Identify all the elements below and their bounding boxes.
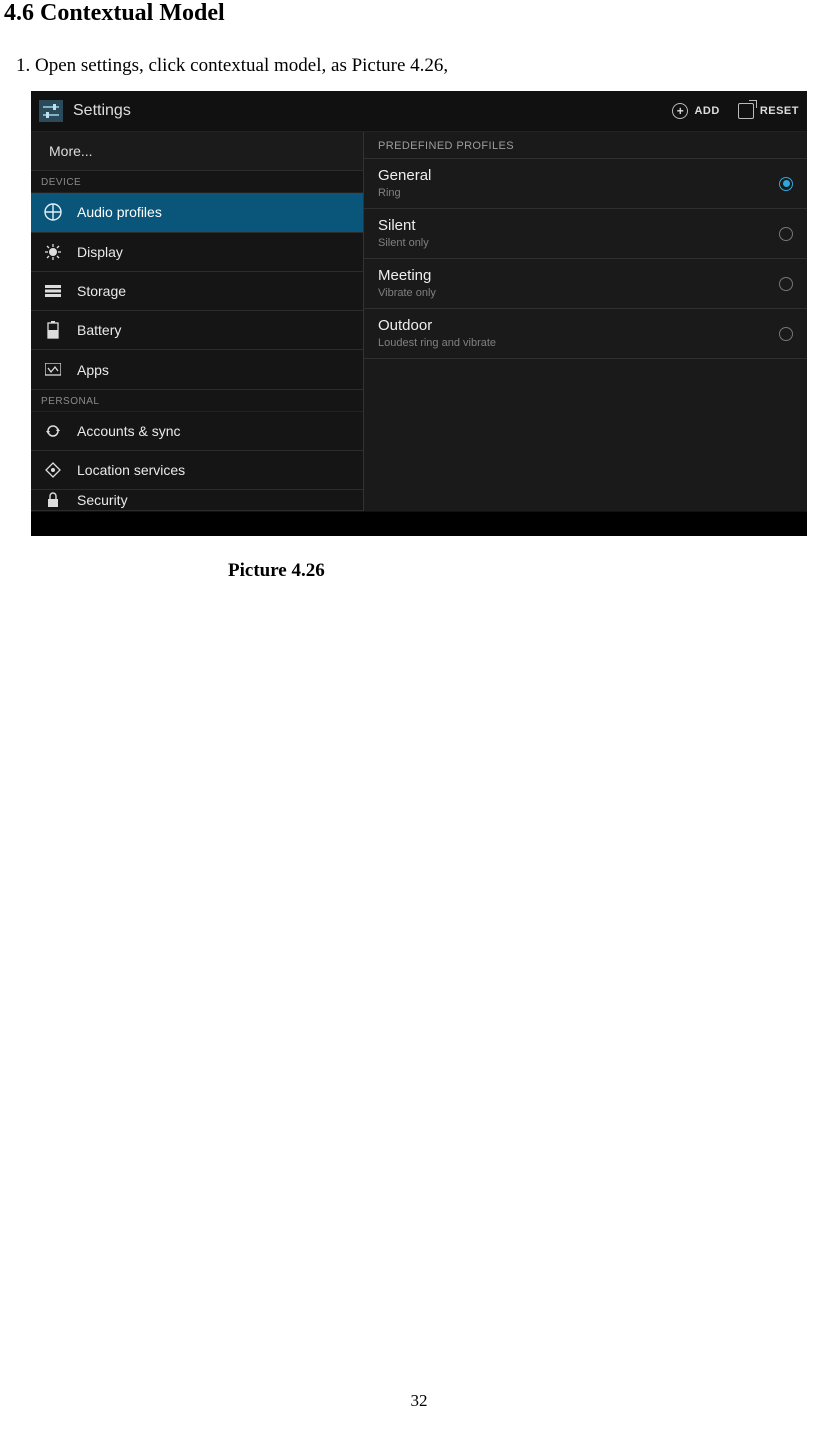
battery-icon: [43, 320, 63, 340]
profile-silent-subtitle: Silent only: [378, 236, 779, 250]
profile-outdoor-title: Outdoor: [378, 317, 779, 336]
sidebar-item-battery[interactable]: Battery: [31, 311, 363, 350]
profile-general-title: General: [378, 167, 779, 186]
add-button[interactable]: + ADD: [672, 103, 719, 119]
audio-profiles-label: Audio profiles: [77, 204, 162, 220]
apps-label: Apps: [77, 362, 109, 378]
accounts-sync-label: Accounts & sync: [77, 423, 181, 439]
battery-label: Battery: [77, 322, 121, 338]
settings-app-icon: [39, 100, 63, 122]
storage-icon: [43, 281, 63, 301]
page-number: 32: [0, 1391, 838, 1411]
predefined-profiles-header: PREDEFINED PROFILES: [364, 132, 807, 159]
sidebar-item-display[interactable]: Display: [31, 233, 363, 272]
profile-outdoor-subtitle: Loudest ring and vibrate: [378, 336, 779, 350]
radio-icon[interactable]: [779, 227, 793, 241]
sidebar-item-storage[interactable]: Storage: [31, 272, 363, 311]
system-nav-bar: [31, 511, 807, 536]
sidebar-item-audio-profiles[interactable]: Audio profiles: [31, 193, 363, 232]
figure-caption: Picture 4.26: [228, 560, 325, 582]
sidebar-item-apps[interactable]: Apps: [31, 350, 363, 389]
sync-icon: [43, 421, 63, 441]
more-label: More...: [49, 143, 93, 159]
profile-meeting[interactable]: Meeting Vibrate only: [364, 259, 807, 309]
sidebar-item-accounts-sync[interactable]: Accounts & sync: [31, 412, 363, 451]
display-icon: [43, 242, 63, 262]
location-icon: [43, 460, 63, 480]
section-heading: 4.6 Contextual Model: [4, 0, 225, 27]
profile-meeting-subtitle: Vibrate only: [378, 286, 779, 300]
profile-silent[interactable]: Silent Silent only: [364, 209, 807, 259]
profile-outdoor[interactable]: Outdoor Loudest ring and vibrate: [364, 309, 807, 359]
app-title: Settings: [73, 102, 654, 120]
sidebar-item-more[interactable]: More...: [31, 132, 363, 171]
storage-label: Storage: [77, 283, 126, 299]
instruction-text: 1. Open settings, click contextual model…: [16, 55, 448, 77]
add-label: ADD: [694, 105, 719, 117]
profile-meeting-title: Meeting: [378, 267, 779, 286]
profiles-panel: PREDEFINED PROFILES General Ring Silent …: [363, 132, 807, 511]
lock-icon: [43, 490, 63, 510]
radio-icon[interactable]: [779, 327, 793, 341]
settings-screenshot: Settings + ADD RESET More... DEVICE: [31, 91, 807, 536]
sidebar-item-location-services[interactable]: Location services: [31, 451, 363, 490]
profile-general-subtitle: Ring: [378, 186, 779, 200]
sidebar-header-device: DEVICE: [31, 171, 363, 193]
apps-icon: [43, 360, 63, 380]
profile-silent-title: Silent: [378, 217, 779, 236]
reset-button[interactable]: RESET: [738, 103, 799, 119]
display-label: Display: [77, 244, 123, 260]
settings-content: More... DEVICE Audio profiles: [31, 131, 807, 511]
radio-icon[interactable]: [779, 277, 793, 291]
reset-label: RESET: [760, 105, 799, 117]
audio-profiles-icon: [43, 202, 63, 222]
plus-icon: +: [672, 103, 688, 119]
location-label: Location services: [77, 462, 185, 478]
security-label: Security: [77, 492, 128, 508]
sidebar-item-security[interactable]: Security: [31, 490, 363, 511]
profile-general[interactable]: General Ring: [364, 159, 807, 209]
settings-sidebar: More... DEVICE Audio profiles: [31, 132, 363, 511]
radio-selected-icon[interactable]: [779, 177, 793, 191]
reset-icon: [738, 103, 754, 119]
sidebar-header-personal: PERSONAL: [31, 390, 363, 412]
app-topbar: Settings + ADD RESET: [31, 91, 807, 131]
